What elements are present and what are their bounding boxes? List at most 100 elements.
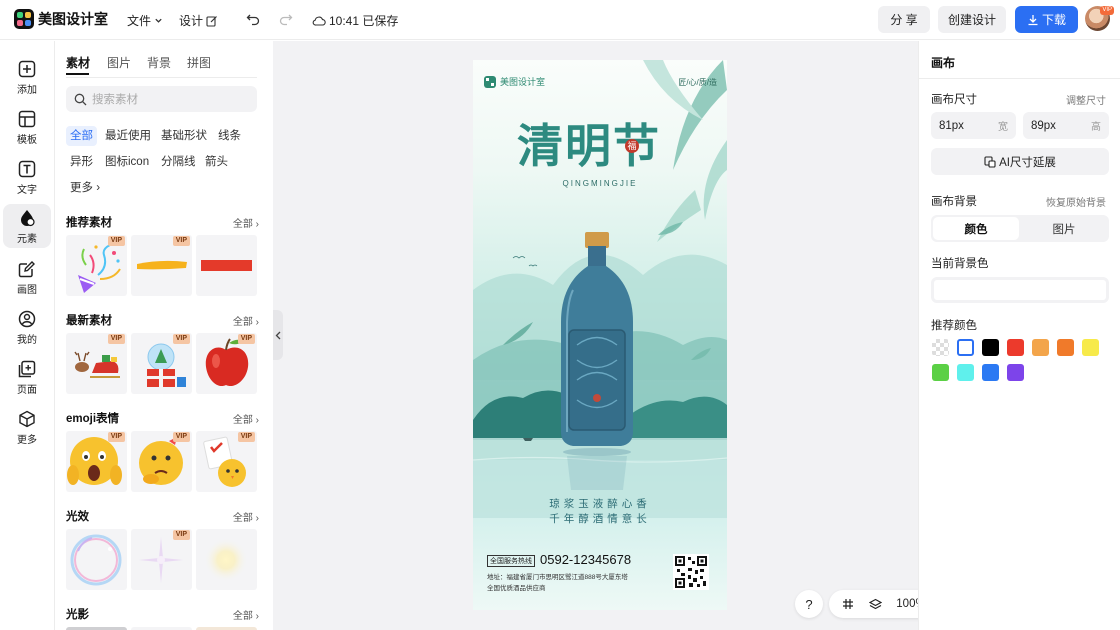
material-search-box[interactable]: 搜索素材 [66,86,257,112]
tab-color[interactable]: 颜色 [933,217,1019,240]
file-menu-label: 文件 [127,14,152,28]
material-item-sparkle[interactable]: VIP [131,529,192,590]
swatch-cyan[interactable] [957,364,974,381]
chip-arrows[interactable]: 箭头 [201,152,232,172]
material-item-scared-emoji[interactable]: VIP [66,431,127,492]
download-icon [1028,14,1038,25]
layers-icon[interactable] [868,598,882,611]
chip-recent[interactable]: 最近使用 [101,126,155,146]
nav-elements[interactable]: 元素 [3,204,51,248]
section-all-emoji[interactable]: 全部 › [233,411,259,426]
avatar[interactable]: VIP [1085,6,1114,31]
poster-canvas[interactable]: 美图设计室 匠/心/质/造 清明节 福 QINGMINGJIE 琼浆玉液醉心香 … [473,60,727,610]
section-all-light-effects[interactable]: 全部 › [233,509,259,524]
design-menu[interactable]: 设计 [179,12,218,29]
poster-title[interactable]: 清明节 [517,110,661,176]
material-item-thinking-emoji[interactable]: VIP [131,431,192,492]
vip-badge: VIP [172,334,190,344]
section-all-light-shadow[interactable]: 全部 › [233,607,259,622]
poster-title-sub[interactable]: QINGMINGJIE [473,179,727,188]
material-item-red-apple[interactable]: VIP [196,333,257,394]
chip-irregular[interactable]: 异形 [66,152,97,172]
qr-code-icon[interactable] [673,554,709,590]
poster-seal[interactable]: 福 [625,139,639,153]
tab-background[interactable]: 背景 [147,54,171,71]
nav-text[interactable]: 文字 [3,155,51,199]
share-button[interactable]: 分 享 [878,6,930,33]
swatch-light-orange[interactable] [1032,339,1049,356]
chip-basic-shapes[interactable]: 基础形状 [157,126,211,146]
ai-resize-button[interactable]: AI尺寸延展 [931,148,1109,175]
canvas-height-field[interactable]: 89px 高 [1023,112,1109,139]
tab-material[interactable]: 素材 [66,54,90,71]
material-item-snow-globe-gift[interactable]: VIP [131,333,192,394]
poster-slogan-line1[interactable]: 琼浆玉液醉心香 [473,496,727,511]
tab-collage[interactable]: 拼图 [187,54,211,71]
adjust-size-link[interactable]: 调整尺寸 [1066,92,1106,107]
nav-add[interactable]: 添加 [3,55,51,99]
restore-background-link[interactable]: 恢复原始背景 [1046,194,1106,209]
material-item-red-bar[interactable] [196,235,257,296]
section-title-light-effects: 光效 [66,511,89,523]
grid-icon[interactable] [842,598,854,610]
undo-icon[interactable] [246,12,260,26]
poster-corner-text[interactable]: 匠/心/质/造 [678,77,717,88]
app-logo[interactable]: 美图设计室 [14,9,108,29]
nav-template-label: 模板 [17,134,37,146]
poster-phone[interactable]: 0592-12345678 [540,552,631,567]
section-all-latest[interactable]: 全部 › [233,313,259,328]
material-item-party-popper[interactable]: VIP [66,235,127,296]
poster-brand-icon [484,75,496,88]
save-status-text: 10:41 已保存 [329,14,399,28]
chip-divider[interactable]: 分隔线 [157,152,200,172]
tab-image-bg[interactable]: 图片 [1021,217,1107,240]
file-menu[interactable]: 文件 [127,12,163,29]
help-button[interactable]: ? [795,590,823,618]
chip-lines[interactable]: 线条 [214,126,245,146]
material-item-checklist-chick[interactable]: VIP [196,431,257,492]
material-item-reindeer-sleigh[interactable]: VIP [66,333,127,394]
cube-icon [19,410,35,427]
chip-all[interactable]: 全部 [66,126,97,146]
chip-more[interactable]: 更多 › [66,178,104,198]
swatch-green[interactable] [932,364,949,381]
active-tab-indicator [66,73,89,75]
create-design-button[interactable]: 创建设计 [938,6,1006,33]
swatch-transparent[interactable] [932,339,949,356]
nav-draw[interactable]: 画图 [3,255,51,299]
current-bg-color-field[interactable] [931,277,1109,303]
nav-elements-label: 元素 [17,233,37,245]
swatch-purple[interactable] [1007,364,1024,381]
swatch-blue[interactable] [982,364,999,381]
nav-mine[interactable]: 我的 [3,305,51,349]
poster-slogan-line2[interactable]: 千年醇酒情意长 [473,511,727,526]
material-item-yellow-brush[interactable]: VIP [131,235,192,296]
recommended-colors-label: 推荐颜色 [931,320,977,332]
nav-mine-label: 我的 [17,334,37,346]
nav-page[interactable]: 页面 [3,355,51,399]
section-all-recommended[interactable]: 全部 › [233,215,259,230]
material-item-bubble[interactable] [66,529,127,590]
tab-image[interactable]: 图片 [107,54,131,71]
material-item-glow[interactable] [196,529,257,590]
download-button[interactable]: 下载 [1015,6,1078,33]
redo-icon[interactable] [279,12,293,26]
canvas-width-field[interactable]: 81px 宽 [931,112,1016,139]
template-icon [18,110,36,127]
chip-icons[interactable]: 图标icon [101,152,153,172]
collapse-panel-button[interactable] [273,310,283,360]
poster-brand[interactable]: 美图设计室 [484,75,545,88]
ai-expand-label: AI尺寸延展 [999,156,1056,169]
section-all-label: 全部 [232,415,253,426]
draw-icon [18,260,35,277]
swatch-red[interactable] [1007,339,1024,356]
swatch-orange[interactable] [1057,339,1074,356]
poster-address[interactable]: 地址：福建省厦门市思明区鹭江道888号大厦东塔 全国优质酒品供应商 [487,572,667,594]
swatch-black[interactable] [982,339,999,356]
poster-hotline-tag[interactable]: 全国服务热线 [487,555,535,567]
nav-more[interactable]: 更多 [3,405,51,449]
nav-template[interactable]: 模板 [3,105,51,149]
swatch-yellow[interactable] [1082,339,1099,356]
swatch-white-selected[interactable] [957,339,974,356]
section-title-latest: 最新素材 [66,315,112,327]
